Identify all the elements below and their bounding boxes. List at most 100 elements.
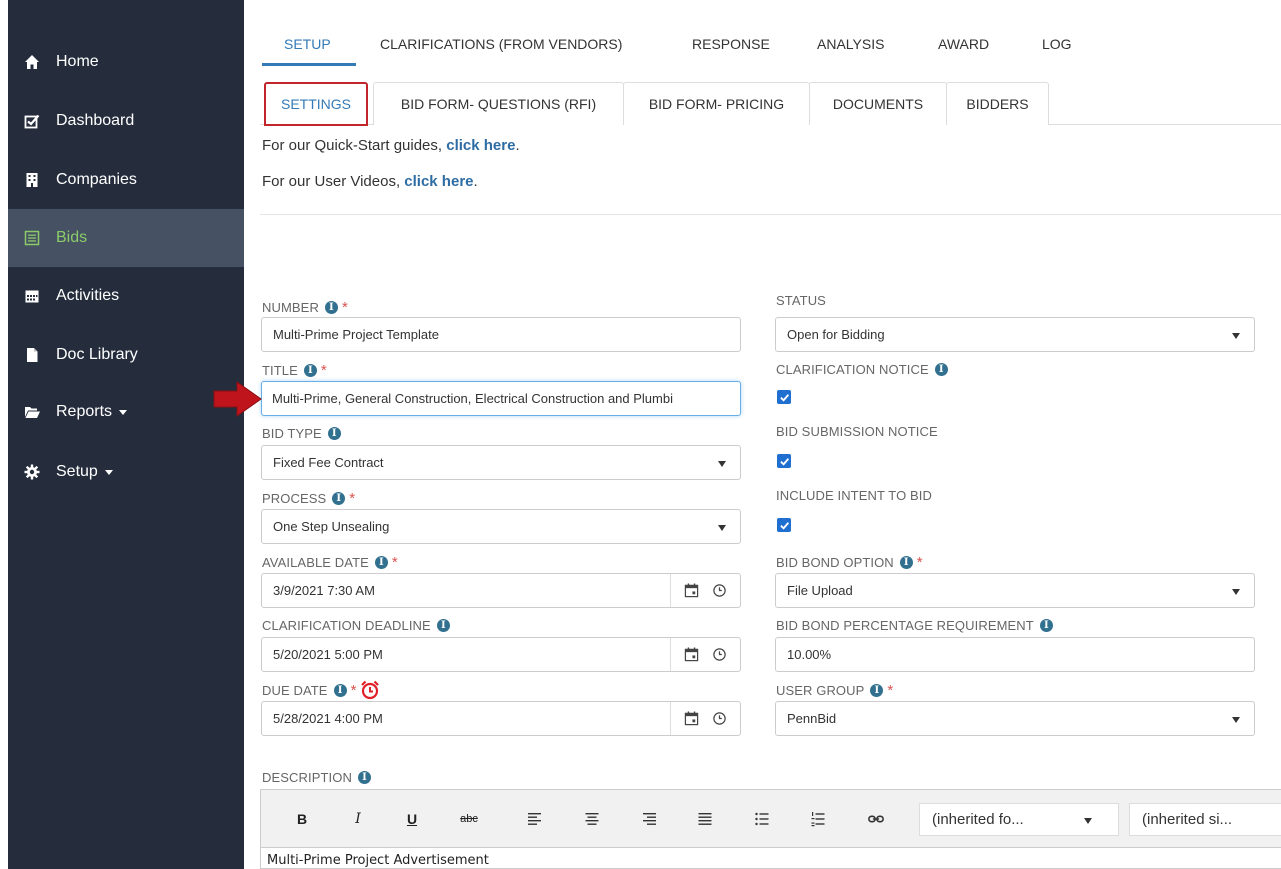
editor-toolbar: B I U abc (inherited fo... (inherited si… — [261, 790, 1281, 848]
quick-start-link[interactable]: click here — [446, 137, 515, 154]
chevron-down-icon — [1232, 717, 1240, 723]
info-icon[interactable]: i — [934, 363, 948, 376]
clarification-deadline-value: 5/20/2021 5:00 PM — [273, 647, 383, 662]
subtab-bidders[interactable]: BIDDERS — [946, 82, 1049, 125]
info-icon[interactable]: i — [303, 364, 317, 377]
calendar-icon[interactable] — [684, 583, 699, 598]
bid-bond-option-select[interactable]: File Upload — [775, 573, 1255, 608]
justify-button[interactable] — [697, 808, 713, 830]
bold-button[interactable]: B — [295, 808, 309, 830]
chevron-down-icon — [1232, 333, 1240, 339]
chevron-down-icon — [1084, 818, 1092, 824]
tab-clarifications[interactable]: CLARIFICATIONS (FROM VENDORS) — [380, 36, 622, 52]
tab-analysis[interactable]: ANALYSIS — [817, 36, 884, 52]
sidebar-item-reports[interactable]: Reports — [8, 383, 244, 441]
editor-content[interactable]: Multi-Prime Project Advertisement — [267, 853, 489, 868]
subtab-settings[interactable]: SETTINGS — [264, 82, 368, 126]
process-label-text: PROCESS — [262, 491, 327, 506]
info-icon[interactable]: i — [374, 556, 388, 569]
user-group-select[interactable]: PennBid — [775, 701, 1255, 736]
section-divider — [260, 214, 1281, 215]
info-icon[interactable]: i — [333, 683, 347, 697]
sidebar-item-label: Companies — [56, 171, 137, 188]
user-videos-link[interactable]: click here — [404, 173, 473, 190]
underline-button[interactable]: U — [405, 808, 419, 830]
align-center-button[interactable] — [584, 808, 600, 830]
tab-log[interactable]: LOG — [1042, 36, 1072, 52]
process-select[interactable]: One Step Unsealing — [261, 509, 741, 544]
font-family-select[interactable]: (inherited fo... — [919, 803, 1119, 836]
sidebar-item-label: Dashboard — [56, 112, 135, 129]
subtab-bid-form-questions[interactable]: BID FORM- QUESTIONS (RFI) — [373, 82, 624, 125]
tab-setup[interactable]: SETUP — [284, 36, 331, 52]
sidebar-item-setup[interactable]: Setup — [8, 443, 244, 501]
bullet-list-button[interactable] — [754, 808, 770, 830]
number-input[interactable]: Multi-Prime Project Template — [261, 317, 741, 352]
clarification-notice-checkbox[interactable] — [777, 390, 791, 404]
status-value: Open for Bidding — [787, 327, 885, 342]
subtab-bid-form-pricing[interactable]: BID FORM- PRICING — [623, 82, 810, 125]
bid-bond-percentage-input[interactable]: 10.00% — [775, 637, 1255, 672]
link-button[interactable] — [867, 808, 885, 830]
sidebar-item-label: Doc Library — [56, 346, 138, 363]
bid-type-value: Fixed Fee Contract — [273, 455, 384, 470]
sidebar-item-doc-library[interactable]: Doc Library — [8, 326, 244, 384]
number-label-text: NUMBER — [262, 300, 319, 315]
sidebar-item-activities[interactable]: Activities — [8, 267, 244, 325]
bid-type-select[interactable]: Fixed Fee Contract — [261, 445, 741, 480]
bid-bond-option-value: File Upload — [787, 583, 853, 598]
align-left-button[interactable] — [527, 808, 543, 830]
status-select[interactable]: Open for Bidding — [775, 317, 1255, 352]
bid-submission-notice-checkbox[interactable] — [777, 454, 791, 468]
sidebar-item-dashboard[interactable]: Dashboard — [8, 92, 244, 150]
italic-button[interactable]: I — [351, 808, 365, 830]
info-icon[interactable]: i — [327, 427, 341, 440]
info-icon[interactable]: i — [870, 684, 884, 697]
align-right-button[interactable] — [641, 808, 657, 830]
clock-icon[interactable] — [712, 583, 727, 598]
calendar-icon[interactable] — [684, 711, 699, 726]
available-date-label-text: AVAILABLE DATE — [262, 555, 369, 570]
info-icon[interactable]: i — [1039, 619, 1053, 632]
numbered-list-icon — [811, 812, 825, 827]
title-input[interactable]: Multi-Prime, General Construction, Elect… — [261, 381, 741, 416]
info-icon[interactable]: i — [357, 771, 371, 784]
user-videos-text: For our User Videos, — [262, 173, 405, 190]
description-label-text: DESCRIPTION — [262, 770, 352, 785]
align-left-icon — [528, 813, 541, 825]
clock-icon[interactable] — [712, 711, 727, 726]
building-icon — [24, 172, 40, 188]
sidebar-item-label: Activities — [56, 287, 120, 304]
align-right-icon — [643, 813, 656, 825]
available-date-value: 3/9/2021 7:30 AM — [273, 583, 375, 598]
bid-bond-option-label: BID BOND OPTION i * — [776, 554, 923, 571]
tab-award[interactable]: AWARD — [938, 36, 989, 52]
tab-response[interactable]: RESPONSE — [692, 36, 770, 52]
intent-to-bid-checkbox[interactable] — [777, 518, 791, 532]
file-icon — [24, 347, 40, 363]
info-icon[interactable]: i — [436, 619, 450, 632]
sidebar-item-bids[interactable]: Bids — [8, 209, 244, 267]
due-date-value: 5/28/2021 4:00 PM — [273, 711, 383, 726]
font-size-select[interactable]: (inherited si... — [1129, 803, 1281, 836]
info-icon[interactable]: i — [332, 492, 346, 505]
due-date-input[interactable]: 5/28/2021 4:00 PM — [261, 701, 741, 736]
info-icon[interactable]: i — [324, 301, 338, 314]
sidebar-item-companies[interactable]: Companies — [8, 151, 244, 209]
numbered-list-button[interactable] — [810, 808, 826, 830]
available-date-input[interactable]: 3/9/2021 7:30 AM — [261, 573, 741, 608]
info-icon[interactable]: i — [899, 556, 913, 569]
available-date-label: AVAILABLE DATE i * — [262, 554, 398, 571]
font-family-value: (inherited fo... — [932, 811, 1024, 828]
status-label: STATUS — [776, 293, 826, 308]
clarification-deadline-input[interactable]: 5/20/2021 5:00 PM — [261, 637, 741, 672]
sidebar-item-label: Bids — [56, 229, 88, 246]
subtab-documents[interactable]: DOCUMENTS — [809, 82, 947, 125]
strikethrough-button[interactable]: abc — [457, 808, 481, 830]
clock-icon[interactable] — [712, 647, 727, 662]
date-picker-buttons — [670, 574, 740, 607]
sidebar-item-home[interactable]: Home — [8, 33, 244, 91]
active-tab-indicator — [262, 63, 356, 66]
calendar-icon[interactable] — [684, 647, 699, 662]
align-justify-icon — [698, 813, 712, 825]
